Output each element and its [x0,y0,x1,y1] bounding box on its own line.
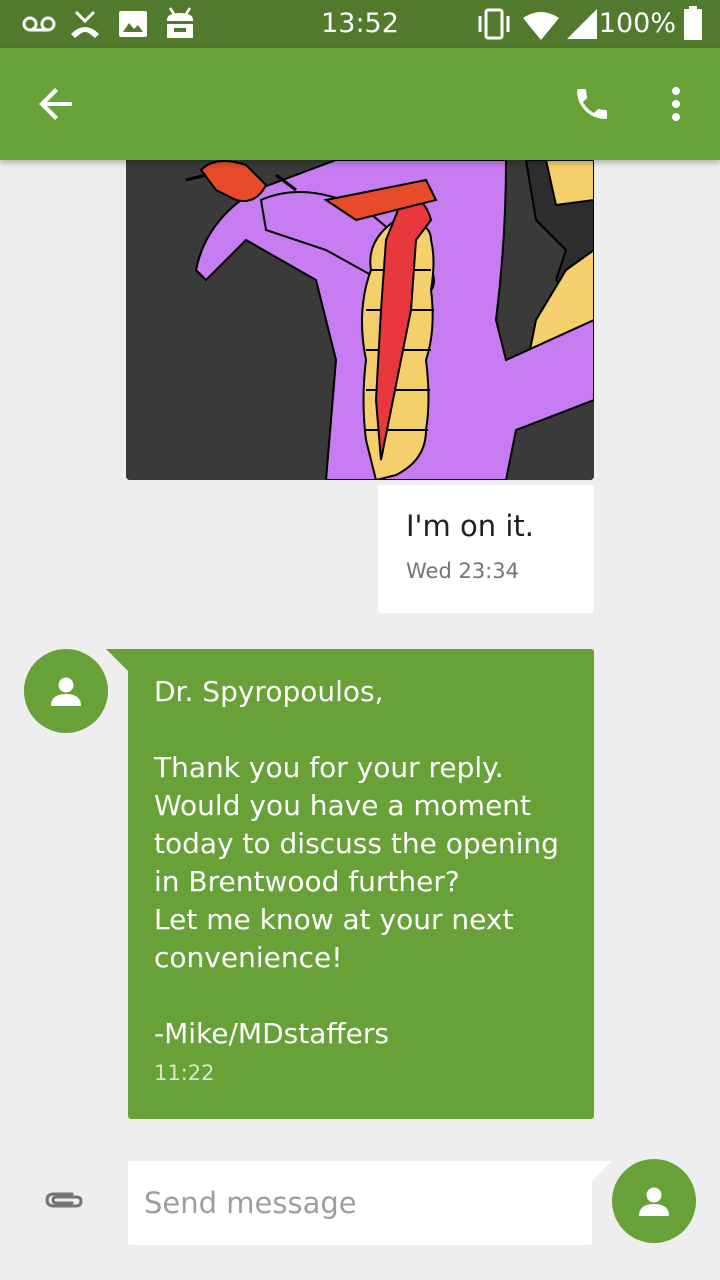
battery-icon [684,6,702,40]
message-composer [0,1140,720,1280]
person-icon [51,677,81,706]
more-vert-icon [672,87,680,121]
send-message-input[interactable] [128,1161,592,1245]
input-tail [590,1161,612,1183]
attachment-icon [45,1192,83,1208]
image-attachment[interactable] [126,160,594,480]
battery-percent: 100% [598,8,676,39]
more-options-button[interactable] [648,76,704,132]
status-bar: 13:52 100% [0,0,720,48]
dragon-illustration [126,160,594,480]
message-timestamp: 11:22 [154,1061,215,1085]
app-bar [0,48,720,160]
person-icon [639,1187,669,1216]
self-avatar-send-button[interactable] [612,1159,696,1243]
message-text: I'm on it. [406,509,534,543]
back-button[interactable] [28,76,84,132]
message-thread[interactable]: I'm on it. Wed 23:34 Dr. Spyropoulos, Th… [0,160,720,1140]
back-arrow-icon [39,88,72,120]
call-button[interactable] [564,76,620,132]
message-input-container [128,1161,592,1245]
incoming-message-bubble[interactable]: Dr. Spyropoulos, Thank you for your repl… [128,649,594,1119]
outgoing-message-bubble[interactable]: I'm on it. Wed 23:34 [378,485,594,613]
message-text: Dr. Spyropoulos, Thank you for your repl… [154,675,559,1050]
message-timestamp: Wed 23:34 [406,559,519,583]
wifi-icon [523,12,559,40]
vibrate-icon [478,8,510,40]
phone-icon [577,89,607,119]
signal-icon [567,9,597,39]
bubble-tail [106,649,128,671]
contact-avatar[interactable] [24,649,108,733]
attach-button[interactable] [34,1178,94,1222]
